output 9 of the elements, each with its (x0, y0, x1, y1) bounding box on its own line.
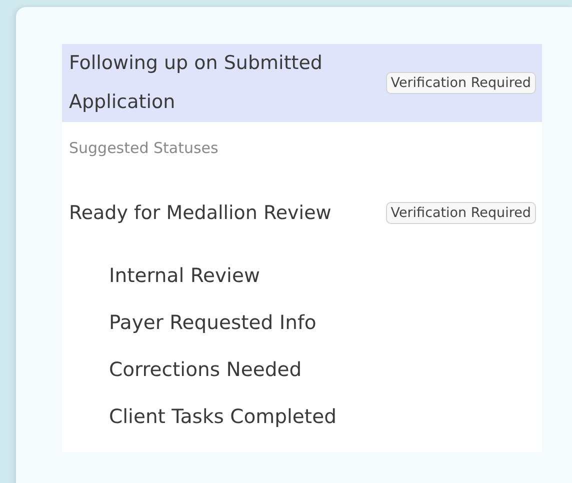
sub-status-option[interactable]: Internal Review (62, 252, 542, 299)
verification-badge: Verification Required (386, 72, 536, 94)
verification-badge: Verification Required (386, 202, 536, 224)
status-option[interactable]: Following up on Submitted Application Verification Required (62, 44, 542, 122)
status-option[interactable]: Ready for Medallion Review Verification Required (62, 174, 542, 252)
sub-status-option[interactable]: Corrections Needed (62, 346, 542, 393)
sub-status-option[interactable]: Client Tasks Completed (62, 393, 542, 440)
section-heading: Suggested Statuses (68, 138, 220, 159)
sub-status-option[interactable]: Payer Requested Info (62, 299, 542, 346)
